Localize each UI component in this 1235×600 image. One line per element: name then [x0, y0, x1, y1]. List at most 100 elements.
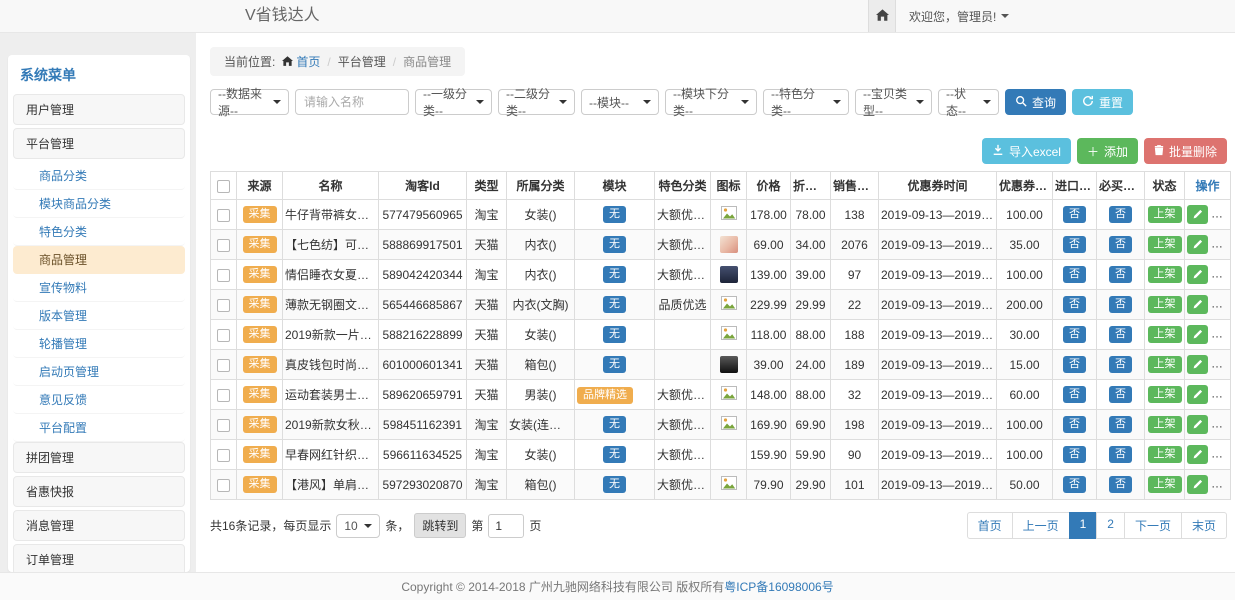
status-badge[interactable]: 上架 [1148, 386, 1182, 403]
batch-delete-button[interactable]: 批量删除 [1144, 138, 1227, 164]
sidebar-item-version-management[interactable]: 版本管理 [13, 302, 185, 330]
edit-button[interactable] [1187, 265, 1208, 284]
filter-select-module[interactable]: --模块-- [581, 89, 659, 115]
edit-button[interactable] [1187, 235, 1208, 254]
imported-select-cell: 否 [1053, 440, 1097, 470]
imported-toggle[interactable]: 否 [1063, 326, 1086, 343]
sidebar-item-splash-page-management[interactable]: 启动页管理 [13, 358, 185, 386]
must-buy-toggle[interactable]: 否 [1109, 446, 1132, 463]
status-badge[interactable]: 上架 [1148, 236, 1182, 253]
filter-select-level2-category[interactable]: --二级分类-- [498, 89, 575, 115]
imported-toggle[interactable]: 否 [1063, 266, 1086, 283]
row-checkbox[interactable] [217, 419, 230, 432]
name-search-input[interactable] [295, 89, 409, 115]
filter-select-data-source[interactable]: --数据来源-- [210, 89, 289, 115]
must-buy-toggle[interactable]: 否 [1109, 476, 1132, 493]
status-badge[interactable]: 上架 [1148, 446, 1182, 463]
select-all-checkbox[interactable] [217, 180, 230, 193]
row-checkbox[interactable] [217, 239, 230, 252]
imported-toggle[interactable]: 否 [1063, 476, 1086, 493]
add-button[interactable]: ＋ 添加 [1077, 138, 1138, 164]
row-checkbox[interactable] [217, 359, 230, 372]
sidebar-item-group-buy-management[interactable]: 拼团管理 [13, 442, 185, 473]
page-number-input[interactable] [488, 514, 524, 538]
imported-toggle[interactable]: 否 [1063, 236, 1086, 253]
sidebar-item-order-management[interactable]: 订单管理 [13, 544, 185, 572]
must-buy-toggle[interactable]: 否 [1109, 356, 1132, 373]
pager-page-1[interactable]: 1 [1069, 512, 1098, 539]
sidebar-item-goods-management[interactable]: 商品管理 [13, 246, 185, 274]
sidebar-item-module-goods-category[interactable]: 模块商品分类 [13, 190, 185, 218]
breadcrumb-home-link[interactable]: 首页 [282, 53, 320, 70]
row-checkbox[interactable] [217, 269, 230, 282]
status-badge[interactable]: 上架 [1148, 266, 1182, 283]
pager-next[interactable]: 下一页 [1124, 512, 1182, 539]
imported-toggle[interactable]: 否 [1063, 356, 1086, 373]
must-buy-toggle[interactable]: 否 [1109, 416, 1132, 433]
search-button[interactable]: 查询 [1005, 89, 1066, 115]
reset-button[interactable]: 重置 [1072, 89, 1133, 115]
sidebar-item-message-management[interactable]: 消息管理 [13, 510, 185, 541]
sidebar-item-user-management[interactable]: 用户管理 [13, 94, 185, 125]
status-badge[interactable]: 上架 [1148, 356, 1182, 373]
imported-toggle[interactable]: 否 [1063, 296, 1086, 313]
operations-cell [1185, 440, 1231, 470]
edit-button[interactable] [1187, 355, 1208, 374]
imported-toggle[interactable]: 否 [1063, 446, 1086, 463]
user-menu[interactable]: 欢迎您，管理员! [896, 0, 1009, 32]
row-checkbox[interactable] [217, 479, 230, 492]
pager-page-2[interactable]: 2 [1096, 512, 1125, 539]
sidebar-item-feedback[interactable]: 意见反馈 [13, 386, 185, 414]
sidebar-item-platform-config[interactable]: 平台配置 [13, 414, 185, 442]
edit-button[interactable] [1187, 445, 1208, 464]
imported-toggle[interactable]: 否 [1063, 386, 1086, 403]
row-checkbox[interactable] [217, 389, 230, 402]
sidebar-item-saving-express[interactable]: 省惠快报 [13, 476, 185, 507]
sidebar-item-platform-management[interactable]: 平台管理 [13, 128, 185, 159]
pager-prev[interactable]: 上一页 [1012, 512, 1070, 539]
breadcrumb-section: 平台管理 [338, 53, 386, 70]
must-buy-toggle[interactable]: 否 [1109, 266, 1132, 283]
jump-button[interactable]: 跳转到 [414, 513, 466, 538]
edit-button[interactable] [1187, 475, 1208, 494]
pager-last[interactable]: 末页 [1181, 512, 1227, 539]
status-badge[interactable]: 上架 [1148, 416, 1182, 433]
status-badge[interactable]: 上架 [1148, 476, 1182, 493]
status-badge[interactable]: 上架 [1148, 296, 1182, 313]
edit-button[interactable] [1187, 325, 1208, 344]
sidebar-item-special-category[interactable]: 特色分类 [13, 218, 185, 246]
source-cell: 采集 [237, 410, 283, 440]
filter-select-special-category[interactable]: --特色分类-- [763, 89, 849, 115]
pager-first[interactable]: 首页 [967, 512, 1013, 539]
row-checkbox[interactable] [217, 329, 230, 342]
must-buy-toggle[interactable]: 否 [1109, 296, 1132, 313]
icp-link[interactable]: 粤ICP备16098006号 [724, 578, 833, 595]
edit-button[interactable] [1187, 385, 1208, 404]
coupon-amount-cell: 35.00 [997, 230, 1053, 260]
status-badge[interactable]: 上架 [1148, 326, 1182, 343]
row-checkbox[interactable] [217, 209, 230, 222]
filter-select-module-sub-category[interactable]: --模块下分类-- [665, 89, 757, 115]
imported-toggle[interactable]: 否 [1063, 416, 1086, 433]
import-excel-button[interactable]: 导入excel [982, 138, 1071, 164]
status-badge[interactable]: 上架 [1148, 206, 1182, 223]
per-page-select[interactable]: 10 [336, 514, 380, 538]
must-buy-toggle[interactable]: 否 [1109, 206, 1132, 223]
row-select-cell [211, 260, 237, 290]
must-buy-toggle[interactable]: 否 [1109, 386, 1132, 403]
filter-select-level1-category[interactable]: --一级分类-- [415, 89, 492, 115]
must-buy-toggle[interactable]: 否 [1109, 326, 1132, 343]
edit-button[interactable] [1187, 415, 1208, 434]
imported-toggle[interactable]: 否 [1063, 206, 1086, 223]
edit-button[interactable] [1187, 295, 1208, 314]
row-checkbox[interactable] [217, 449, 230, 462]
sidebar-item-carousel-management[interactable]: 轮播管理 [13, 330, 185, 358]
sidebar-item-goods-category[interactable]: 商品分类 [13, 162, 185, 190]
filter-select-status[interactable]: --状态-- [938, 89, 999, 115]
sidebar-item-promo-materials[interactable]: 宣传物料 [13, 274, 185, 302]
home-button[interactable] [868, 0, 896, 32]
edit-button[interactable] [1187, 205, 1208, 224]
filter-select-item-type[interactable]: --宝贝类型-- [855, 89, 932, 115]
row-checkbox[interactable] [217, 299, 230, 312]
must-buy-toggle[interactable]: 否 [1109, 236, 1132, 253]
